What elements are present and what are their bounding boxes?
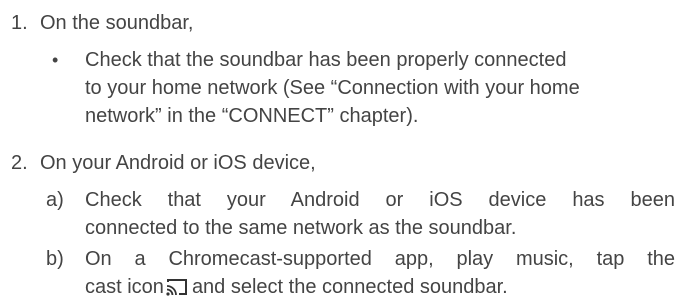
- cast-icon-trailing-text: and select the connected soundbar.: [191, 276, 508, 298]
- sub-item-text: On a Chromecast-supported app, play musi…: [85, 245, 675, 304]
- step-text: On the soundbar,: [40, 12, 194, 34]
- sub-item-marker: a): [46, 189, 64, 211]
- bullet-line: to your home network (See “Connection wi…: [85, 77, 580, 99]
- bullet-symbol: •: [52, 50, 59, 70]
- bullet-text: Check that the soundbar has been properl…: [85, 46, 675, 130]
- sub-item-line: On a Chromecast-supported app, play musi…: [85, 248, 675, 270]
- step-text: On your Android or iOS device,: [40, 152, 316, 174]
- sub-item-line: Check that your Android or iOS device ha…: [85, 189, 675, 211]
- bullet-line: Check that the soundbar has been properl…: [85, 49, 567, 71]
- bullet-line: network” in the “CONNECT” chapter).: [85, 105, 419, 127]
- step-number: 1.: [11, 12, 28, 34]
- cast-icon-label: cast icon: [85, 276, 164, 298]
- step-number: 2.: [11, 152, 28, 174]
- sub-item-line-with-icon: cast icon and select the connected sound…: [85, 273, 675, 304]
- cast-icon: [166, 276, 188, 304]
- sub-item-text: Check that your Android or iOS device ha…: [85, 186, 675, 242]
- instructions-document: 1. On the soundbar, • Check that the sou…: [0, 0, 685, 298]
- sub-item-marker: b): [46, 248, 64, 270]
- sub-item-line: connected to the same network as the sou…: [85, 217, 517, 239]
